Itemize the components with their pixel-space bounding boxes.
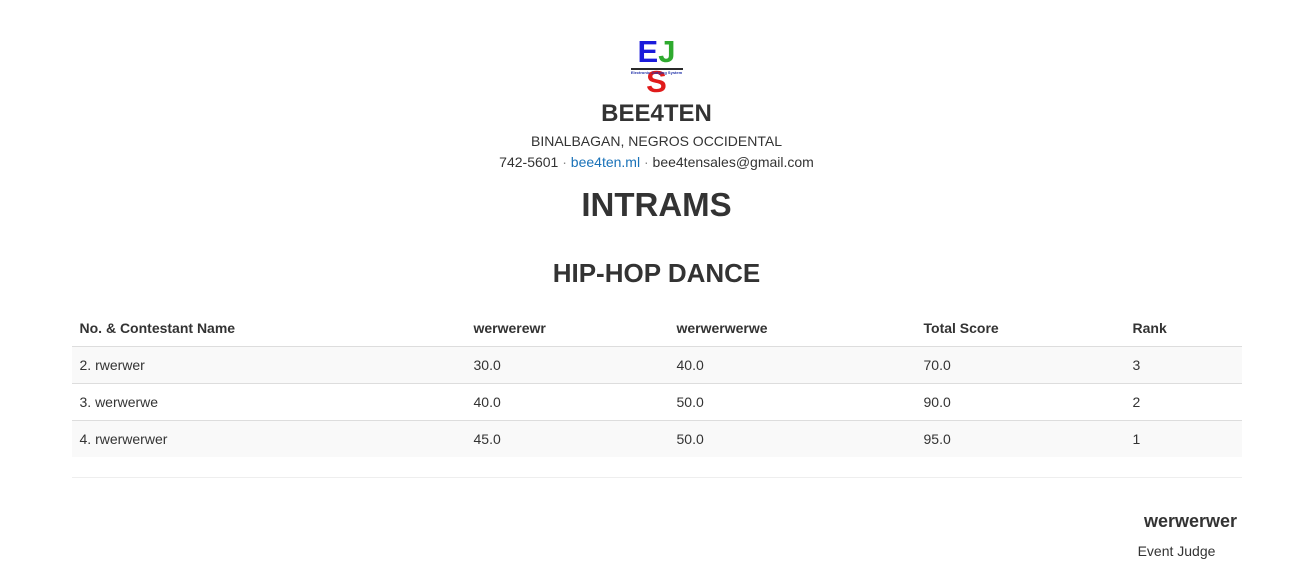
judge-signature-block: werwerwer Event Judge <box>1102 511 1242 559</box>
company-address: BINALBAGAN, NEGROS OCCIDENTAL <box>530 133 782 149</box>
column-header-contestant: No. & Contestant Name <box>71 310 466 347</box>
table-row: 2. rwerwer 30.0 40.0 70.0 3 <box>71 346 1242 384</box>
contact-separator: · <box>562 154 567 170</box>
results-table: No. & Contestant Name werwerewr werwerwe… <box>71 310 1242 457</box>
company-phone: 742-5601 <box>499 154 559 170</box>
logo-letter-j: J <box>658 34 676 69</box>
ejs-logo: EJS Electronic Judging System <box>630 36 683 97</box>
logo-letter-e: E <box>637 34 659 69</box>
cell-total-score: 70.0 <box>915 346 1125 384</box>
score-sheet: EJS Electronic Judging System BEE4TEN BI… <box>71 0 1242 559</box>
table-row: 3. werwerwe 40.0 50.0 90.0 2 <box>71 383 1242 421</box>
column-header-rank: Rank <box>1124 310 1242 347</box>
table-header-row: No. & Contestant Name werwerewr werwerwe… <box>71 310 1242 347</box>
company-name: BEE4TEN <box>601 100 712 127</box>
divider <box>71 477 1242 478</box>
event-title: INTRAMS <box>581 186 732 223</box>
cell-criterion-2: 40.0 <box>668 346 916 384</box>
cell-contestant: 3. werwerwe <box>71 383 466 421</box>
judge-title: Event Judge <box>1137 543 1216 559</box>
company-email: bee4tensales@gmail.com <box>652 154 814 170</box>
cell-criterion-1: 45.0 <box>465 420 669 457</box>
cell-criterion-2: 50.0 <box>668 383 916 421</box>
logo-letters: EJS <box>631 34 683 97</box>
cell-rank: 1 <box>1124 420 1242 457</box>
contact-separator: · <box>643 154 649 170</box>
cell-rank: 3 <box>1124 346 1242 384</box>
column-header-criterion-1: werwerewr <box>465 310 669 347</box>
cell-contestant: 2. rwerwer <box>71 346 466 384</box>
cell-rank: 2 <box>1124 383 1242 421</box>
cell-criterion-1: 30.0 <box>465 346 669 384</box>
header: EJS Electronic Judging System BEE4TEN BI… <box>72 0 1242 288</box>
logo-subtitle: Electronic Judging System <box>630 70 683 75</box>
column-header-total-score: Total Score <box>915 310 1125 347</box>
company-website-link[interactable]: bee4ten.ml <box>571 154 640 170</box>
judge-name: werwerwer <box>1143 511 1238 531</box>
cell-total-score: 95.0 <box>915 420 1125 457</box>
table-row: 4. rwerwerwer 45.0 50.0 95.0 1 <box>71 420 1242 457</box>
cell-criterion-2: 50.0 <box>668 420 916 457</box>
cell-criterion-1: 40.0 <box>465 383 669 421</box>
column-header-criterion-2: werwerwerwe <box>668 310 916 347</box>
company-contacts: 742-5601 · bee4ten.ml · bee4tensales@gma… <box>72 154 1242 170</box>
cell-contestant: 4. rwerwerwer <box>71 420 466 457</box>
cell-total-score: 90.0 <box>915 383 1125 421</box>
category-title: HIP-HOP DANCE <box>552 258 761 288</box>
